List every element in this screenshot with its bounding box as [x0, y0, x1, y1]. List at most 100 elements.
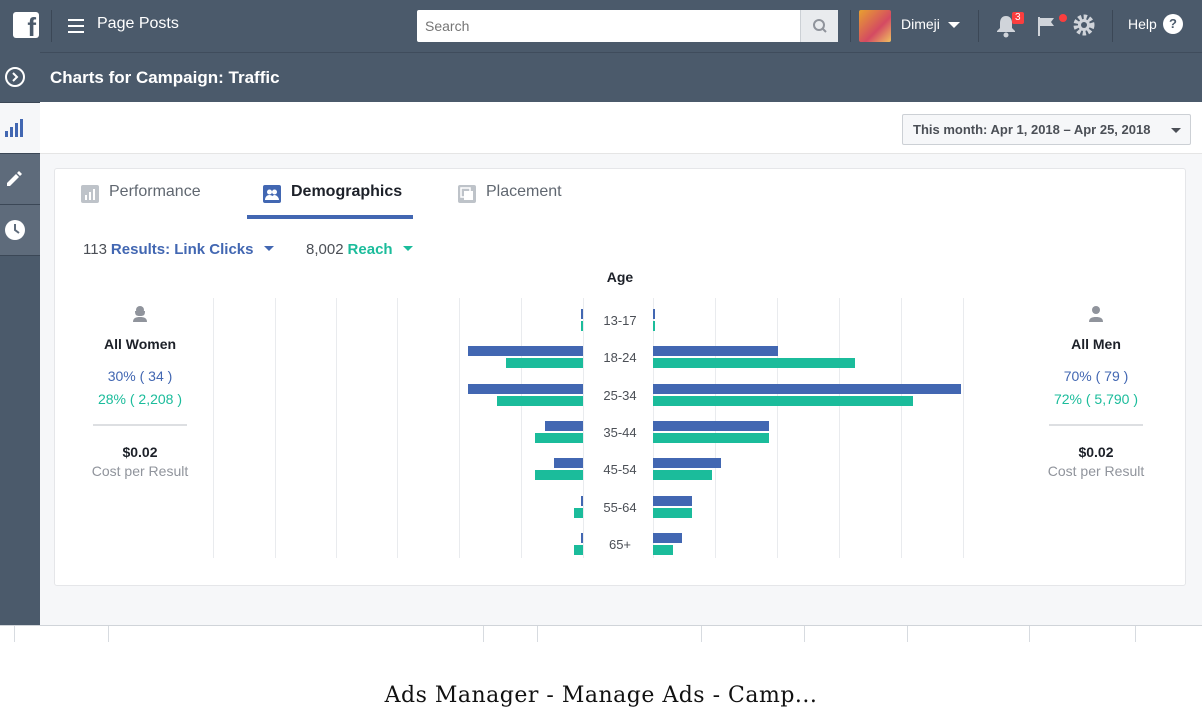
women-results-bar[interactable] [581, 309, 583, 319]
women-results-bar[interactable] [553, 458, 583, 469]
avatar[interactable] [859, 10, 891, 42]
top-navigation-bar: f Page Posts Dimeji 3 Help ? [0, 0, 1202, 52]
women-results-bar[interactable] [544, 420, 583, 431]
men-reach-bar[interactable] [653, 321, 655, 331]
men-label: All Men [1071, 336, 1121, 352]
pencil-icon [7, 171, 22, 186]
men-reach-bar[interactable] [653, 395, 914, 406]
age-label: 65+ [608, 536, 632, 552]
divider [804, 626, 805, 642]
women-cost-label: Cost per Result [91, 463, 189, 479]
results-label: Results: Link Clicks [110, 241, 254, 258]
men-results-bar[interactable] [653, 495, 692, 506]
men-results-bar[interactable] [653, 532, 683, 543]
reach-value: 8,002 [306, 241, 344, 258]
men-reach-bar[interactable] [653, 432, 769, 443]
table-header-strip [0, 625, 1202, 642]
sidebar-item-edit[interactable] [0, 154, 40, 205]
window-caption: Ads Manager - Manage Ads - Camp... [384, 683, 818, 708]
women-reach-bar[interactable] [535, 470, 583, 481]
sidebar-item-expand[interactable] [0, 52, 40, 103]
age-label: 13-17 [603, 313, 637, 328]
chevron-down-icon[interactable] [948, 22, 960, 28]
men-results-bar[interactable] [653, 309, 655, 319]
women-reach-bar[interactable] [496, 395, 583, 406]
women-reach-bar[interactable] [535, 432, 583, 443]
gridline [777, 298, 778, 558]
tab-label: Performance [109, 183, 201, 200]
user-name[interactable]: Dimeji [901, 16, 940, 32]
people-icon [263, 185, 281, 203]
tab-label: Demographics [291, 183, 403, 200]
gridline [275, 298, 276, 558]
page-header: Charts for Campaign: Traffic [40, 52, 1202, 102]
sidebar-item-charts[interactable] [0, 103, 40, 154]
divider [537, 626, 538, 642]
results-metric-selector[interactable]: 113 Results: Link Clicks [83, 241, 274, 258]
help-icon[interactable]: ? [1163, 14, 1183, 34]
placement-icon [458, 185, 476, 203]
divider [51, 10, 52, 42]
divider [93, 424, 187, 426]
gridline [336, 298, 337, 558]
date-range-label: This month: Apr 1, 2018 – Apr 25, 2018 [913, 122, 1151, 137]
gridline [839, 298, 840, 558]
hamburger-menu-icon[interactable] [68, 19, 84, 33]
chart-title: Age [606, 269, 634, 285]
women-results-bar[interactable] [467, 346, 583, 357]
men-stats: All Men 70% ( 79 ) 72% ( 5,790 ) $0.02 C… [1011, 305, 1181, 479]
women-reach-bar[interactable] [581, 321, 583, 331]
men-reach-bar[interactable] [653, 507, 692, 518]
gear-icon[interactable] [1072, 13, 1096, 37]
men-reach-bar[interactable] [653, 544, 674, 555]
age-label: 25-34 [603, 387, 637, 403]
men-results-bar[interactable] [653, 458, 721, 469]
chevron-down-icon [1171, 128, 1181, 133]
date-range-picker[interactable]: This month: Apr 1, 2018 – Apr 25, 2018 [902, 114, 1191, 145]
divider [483, 626, 484, 642]
search-box [417, 10, 838, 42]
chevron-down-icon [402, 246, 413, 251]
gridline [397, 298, 398, 558]
women-reach-bar[interactable] [573, 507, 583, 518]
chevron-down-icon [263, 246, 274, 251]
search-icon [813, 19, 827, 33]
page-title[interactable]: Page Posts [97, 15, 179, 33]
women-reach-percent: 28% ( 2,208 ) [97, 391, 183, 407]
women-reach-bar[interactable] [573, 544, 583, 555]
divider [1029, 626, 1030, 642]
men-results-bar[interactable] [653, 346, 778, 357]
divider [850, 10, 851, 42]
flag-icon[interactable] [1036, 15, 1058, 37]
women-results-bar[interactable] [581, 495, 583, 506]
woman-icon [133, 306, 147, 322]
women-reach-bar[interactable] [506, 358, 583, 369]
reach-metric-selector[interactable]: 8,002 Reach [306, 241, 413, 258]
age-label: 55-64 [603, 499, 637, 515]
man-icon [1089, 306, 1103, 322]
help-link[interactable]: Help [1128, 16, 1157, 32]
main-content: This month: Apr 1, 2018 – Apr 25, 2018 P… [40, 102, 1202, 625]
age-label: 18-24 [603, 350, 637, 366]
men-results-bar[interactable] [653, 383, 961, 394]
men-results-percent: 70% ( 79 ) [1063, 368, 1129, 384]
women-results-bar[interactable] [581, 532, 583, 543]
age-label: 45-54 [603, 462, 637, 478]
divider [1112, 10, 1113, 42]
chevron-right-circle-icon [5, 67, 25, 87]
search-input[interactable] [417, 10, 800, 42]
performance-icon [81, 185, 99, 203]
facebook-logo-icon[interactable]: f [13, 12, 39, 42]
women-results-bar[interactable] [467, 383, 583, 394]
facebook-logo-letter: f [27, 12, 36, 42]
men-reach-bar[interactable] [653, 358, 855, 369]
gridline [901, 298, 902, 558]
men-results-bar[interactable] [653, 420, 769, 431]
divider [907, 626, 908, 642]
sidebar-item-history[interactable] [0, 205, 40, 256]
flag-alert-dot [1059, 14, 1067, 22]
bar-chart-icon [5, 119, 23, 137]
men-reach-bar[interactable] [653, 470, 712, 481]
search-button[interactable] [800, 10, 838, 42]
notification-badge: 3 [1012, 12, 1024, 24]
